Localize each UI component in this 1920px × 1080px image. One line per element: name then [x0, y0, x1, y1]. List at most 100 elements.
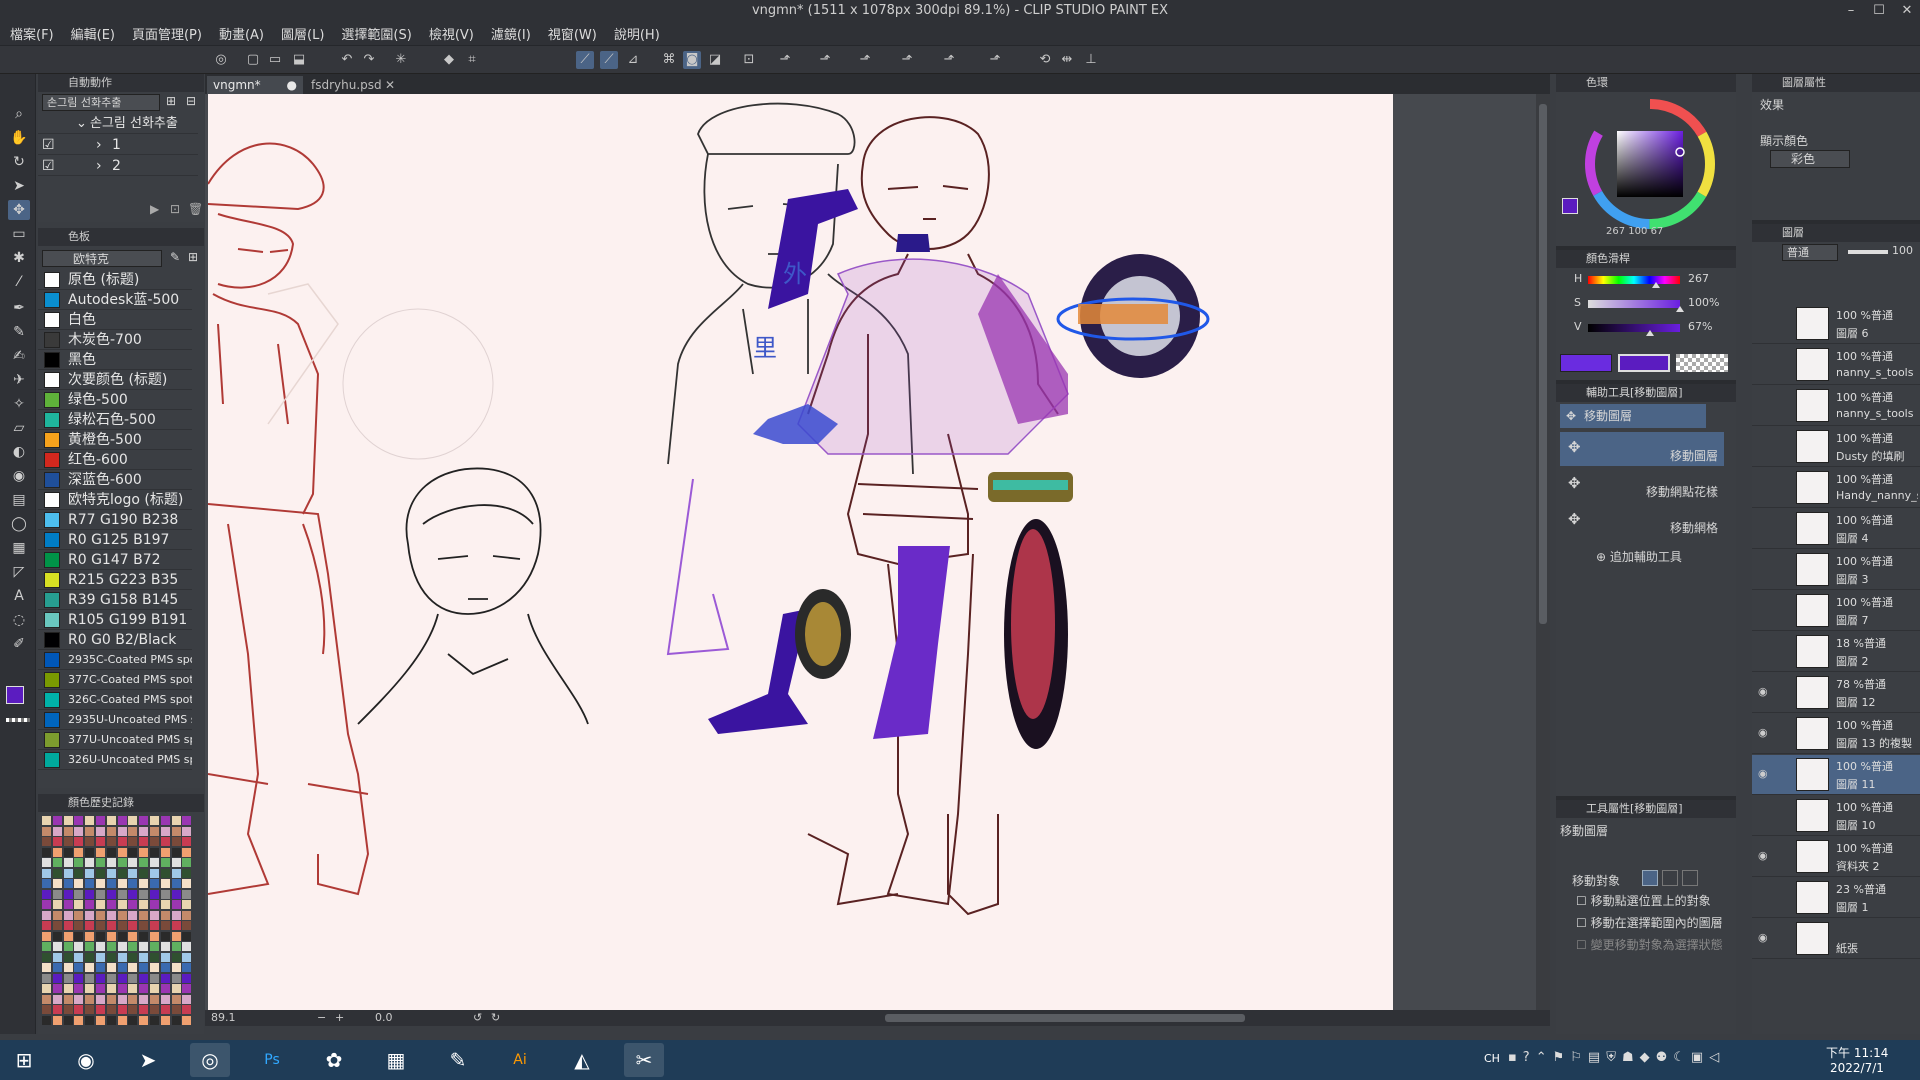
history-color-cell[interactable]	[106, 847, 116, 857]
balloon-icon[interactable]: ◌	[8, 610, 30, 630]
canvas-paper[interactable]: 外 里	[207, 94, 1393, 1012]
layer-row[interactable]: ◉ 78 %普通 圖層 12	[1752, 673, 1920, 713]
history-color-cell[interactable]	[117, 847, 127, 857]
history-color-cell[interactable]	[106, 910, 116, 920]
history-color-cell[interactable]	[182, 963, 192, 972]
history-color-cell[interactable]	[96, 900, 105, 909]
vertical-scrollbar[interactable]	[1536, 94, 1550, 1014]
option-move-in-selection[interactable]: ☐ 移動在選擇範圍內的圖層	[1576, 914, 1723, 931]
wheel-main-color[interactable]	[1562, 198, 1578, 214]
history-color-cell[interactable]	[139, 942, 149, 951]
history-color-cell[interactable]	[74, 889, 84, 899]
history-color-cell[interactable]	[171, 942, 181, 951]
crop-icon[interactable]: ⌗	[463, 51, 481, 69]
add-action-icon[interactable]: ⊞	[166, 94, 176, 108]
illustrator-icon[interactable]: Ai	[500, 1043, 540, 1077]
option-move-at-point[interactable]: ☐ 移動點選位置上的對象	[1576, 892, 1711, 909]
selection-display-icon[interactable]: ◙	[683, 51, 701, 69]
vertical-scroll-thumb[interactable]	[1539, 104, 1547, 624]
history-color-cell[interactable]	[182, 879, 192, 888]
history-color-cell[interactable]	[182, 973, 192, 983]
color-swatch-row[interactable]: R0 G125 B197	[38, 530, 192, 550]
color-swatch-row[interactable]: Autodesk蓝-500	[38, 290, 192, 310]
history-color-cell[interactable]	[117, 900, 127, 909]
history-color-cell[interactable]	[96, 879, 105, 888]
clip-studio-task-icon[interactable]: ◎	[190, 1043, 230, 1077]
history-color-cell[interactable]	[128, 1005, 138, 1014]
layer-row[interactable]: ◉ 100 %普通 圖層 13 的複製	[1752, 714, 1920, 754]
history-color-cell[interactable]	[160, 1005, 170, 1014]
history-color-cell[interactable]	[96, 921, 105, 930]
history-color-cell[interactable]	[139, 858, 149, 867]
history-color-cell[interactable]	[139, 910, 149, 920]
history-color-cell[interactable]	[160, 900, 170, 909]
history-color-cell[interactable]	[139, 900, 149, 909]
color-swatch[interactable]	[44, 552, 60, 568]
history-color-cell[interactable]	[96, 952, 105, 962]
airbrush-icon[interactable]: ✈	[8, 370, 30, 390]
history-color-cell[interactable]	[85, 900, 95, 909]
action-menu-icon[interactable]: ⊟	[186, 94, 196, 108]
history-color-cell[interactable]	[171, 1015, 181, 1025]
layer-row[interactable]: ◉ 100 %普通 圖層 11	[1752, 755, 1920, 795]
history-color-cell[interactable]	[85, 921, 95, 930]
minimize-button[interactable]: –	[1844, 0, 1858, 22]
history-color-cell[interactable]	[42, 1005, 51, 1014]
text-icon[interactable]: A	[8, 586, 30, 606]
action-group-row[interactable]: ⌄ 손그림 선화추출	[38, 114, 198, 134]
ruler-icon[interactable]: ◸	[8, 562, 30, 582]
history-color-cell[interactable]	[171, 900, 181, 909]
color-swatch-row[interactable]: 原色 (标题)	[38, 270, 192, 290]
export-icon[interactable]: ⬏	[776, 51, 794, 69]
menu-file[interactable]: 檔案(F)	[10, 24, 54, 43]
checkbox-icon[interactable]: ☐	[1576, 916, 1587, 930]
history-color-cell[interactable]	[160, 942, 170, 951]
canvas-area[interactable]: 外 里	[205, 94, 1550, 1014]
start-button-icon[interactable]: ⊞	[4, 1043, 44, 1077]
history-color-cell[interactable]	[85, 889, 95, 899]
history-color-cell[interactable]	[128, 1015, 138, 1025]
history-color-cell[interactable]	[139, 847, 149, 857]
history-color-cell[interactable]	[139, 889, 149, 899]
color-swatch[interactable]	[44, 372, 60, 388]
open-icon[interactable]: ▭	[266, 51, 284, 69]
history-color-cell[interactable]	[74, 973, 84, 983]
correct-line-icon[interactable]: ✐	[8, 634, 30, 654]
history-color-cell[interactable]	[160, 984, 170, 993]
history-color-cell[interactable]	[182, 931, 192, 941]
color-swatch-row[interactable]: 白色	[38, 310, 192, 330]
history-color-cell[interactable]	[150, 910, 159, 920]
history-color-cell[interactable]	[42, 847, 51, 857]
history-color-cell[interactable]	[63, 879, 73, 888]
layer-row[interactable]: 100 %普通 Dusty 的填刷	[1752, 427, 1920, 467]
history-color-cell[interactable]	[106, 826, 116, 836]
history-color-cell[interactable]	[52, 1005, 62, 1014]
history-color-cell[interactable]	[63, 889, 73, 899]
history-color-cell[interactable]	[63, 921, 73, 930]
history-color-cell[interactable]	[117, 826, 127, 836]
slider-sub-color[interactable]	[1618, 354, 1670, 372]
clip-studio-icon[interactable]: ◎	[212, 51, 230, 69]
grid-snap-icon[interactable]: ⊿	[624, 51, 642, 69]
history-color-cell[interactable]	[106, 1005, 116, 1014]
history-color-cell[interactable]	[96, 910, 105, 920]
pencil-app-icon[interactable]: ✎	[438, 1043, 478, 1077]
print-icon[interactable]: ⬏	[940, 51, 958, 69]
slider-s-value[interactable]: 100%	[1688, 296, 1719, 309]
target-tone-toggle[interactable]	[1662, 870, 1678, 886]
tray-icons[interactable]: ▪?⌃⚑⚐▤⛨☗◆⚉☾▣◁	[1508, 1050, 1725, 1065]
brush-icon[interactable]: ✍	[8, 346, 30, 366]
history-color-cell[interactable]	[52, 889, 62, 899]
auto-select-icon[interactable]: ✱	[8, 248, 30, 268]
history-color-cell[interactable]	[117, 963, 127, 972]
blend-mode-select[interactable]: 普通	[1782, 244, 1838, 261]
color-swatch[interactable]	[44, 612, 60, 628]
clip-studio-paint-task-icon[interactable]: ✂	[624, 1043, 664, 1077]
layer-row[interactable]: ◉ 100 %普通 資料夾 2	[1752, 837, 1920, 877]
color-swatch-row[interactable]: 深蓝色-600	[38, 470, 192, 490]
color-swatch-row[interactable]: R105 G199 B191	[38, 610, 192, 630]
history-color-cell[interactable]	[150, 900, 159, 909]
new-file-icon[interactable]: ▢	[244, 51, 262, 69]
color-history-grid[interactable]	[42, 816, 194, 1028]
history-color-cell[interactable]	[150, 1005, 159, 1014]
